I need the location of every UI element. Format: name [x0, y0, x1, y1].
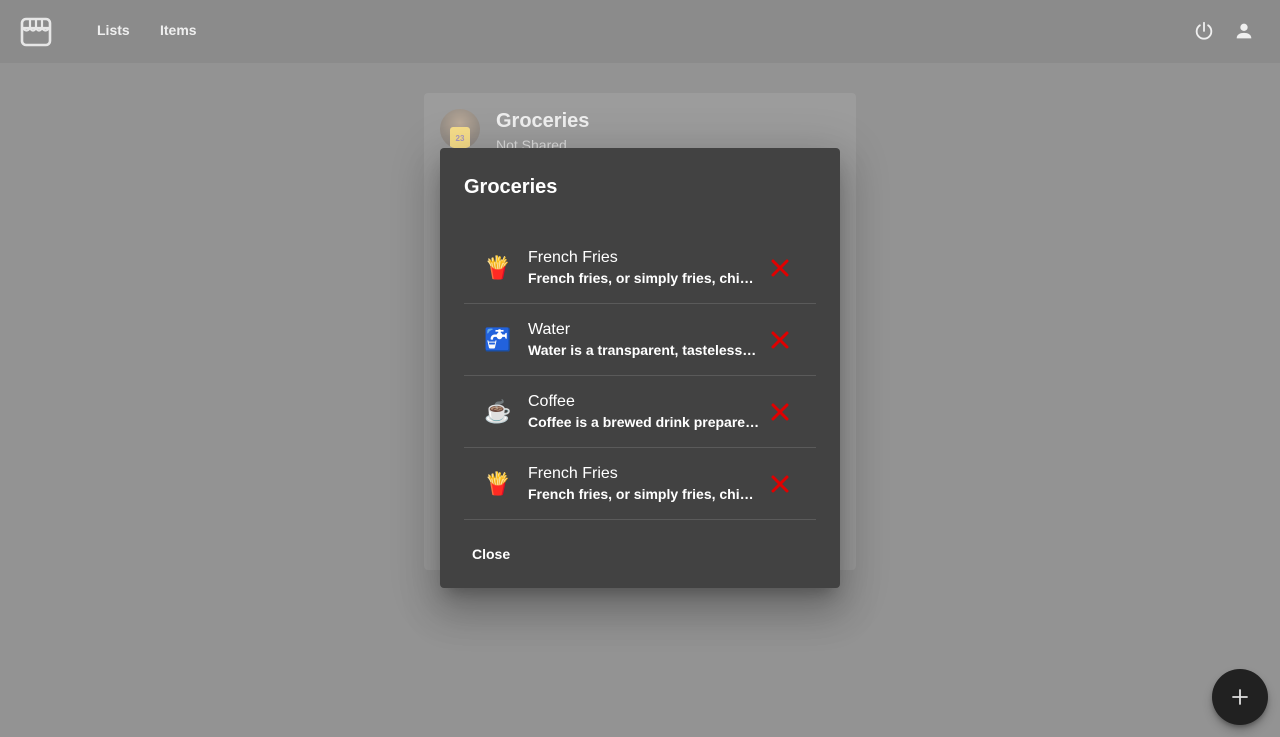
item-name: Coffee	[528, 393, 575, 410]
delete-item-button[interactable]	[768, 400, 792, 424]
item-description: Water is a transparent, tasteless, odorl…	[528, 342, 760, 358]
item-name: Water	[528, 321, 571, 338]
list-items-dialog: Groceries 🍟 French Fries French fries, o…	[440, 148, 840, 588]
item-name: French Fries	[528, 249, 618, 266]
list-item[interactable]: 🚰 Water Water is a transparent, tasteles…	[464, 304, 816, 376]
plus-icon	[1232, 689, 1248, 705]
close-x-icon	[771, 331, 789, 349]
delete-item-button[interactable]	[768, 328, 792, 352]
item-description: French fries, or simply fries, chips, fi…	[528, 270, 760, 286]
list-item[interactable]: 🍟 French Fries French fries, or simply f…	[464, 448, 816, 520]
item-name: French Fries	[528, 465, 618, 482]
close-x-icon	[771, 475, 789, 493]
delete-item-button[interactable]	[768, 472, 792, 496]
coffee-cup-icon: ☕	[484, 399, 512, 424]
dialog-title: Groceries	[464, 176, 558, 198]
close-button[interactable]: Close	[464, 544, 518, 564]
item-description: French fries, or simply fries, chips, fi…	[528, 486, 760, 502]
list-item[interactable]: ☕ Coffee Coffee is a brewed drink prepar…	[464, 376, 816, 448]
close-x-icon	[771, 403, 789, 421]
add-fab-button[interactable]	[1212, 669, 1268, 725]
list-item[interactable]: 🍟 French Fries French fries, or simply f…	[464, 232, 816, 304]
delete-item-button[interactable]	[768, 256, 792, 280]
french-fries-icon: 🍟	[484, 471, 512, 496]
close-x-icon	[771, 259, 789, 277]
item-description: Coffee is a brewed drink prepared from r…	[528, 414, 760, 430]
water-tap-icon: 🚰	[484, 327, 512, 352]
french-fries-icon: 🍟	[484, 255, 512, 280]
